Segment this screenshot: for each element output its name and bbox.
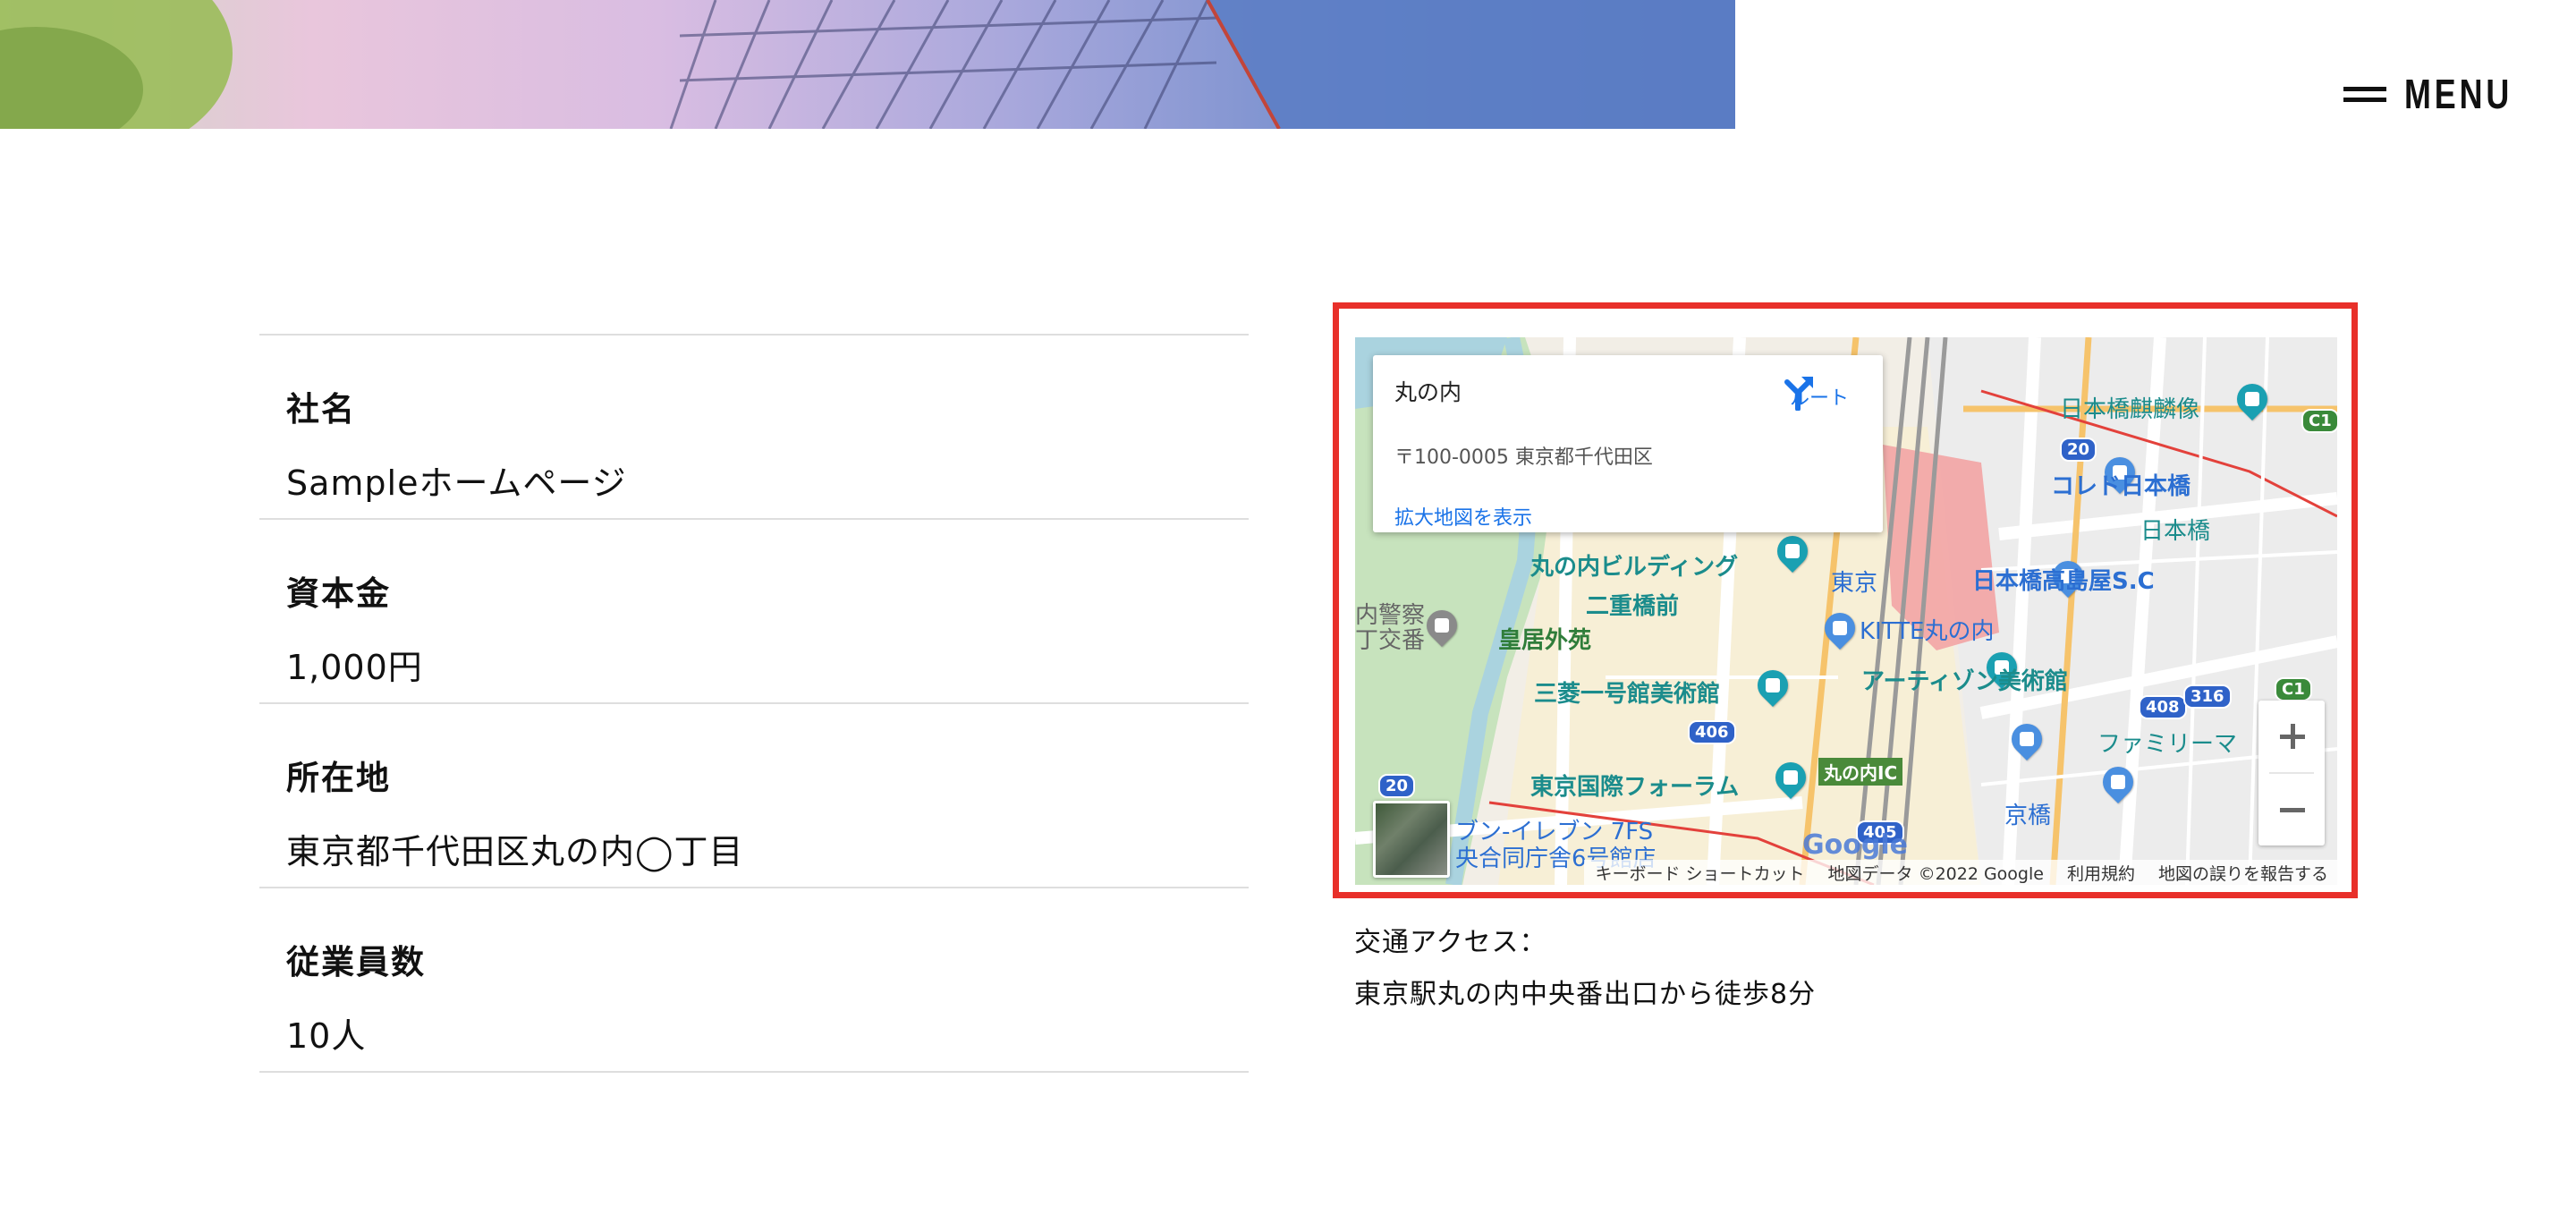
info-value: 10人	[286, 1016, 367, 1056]
info-label: 所在地	[286, 759, 391, 797]
info-row-address: 所在地 東京都千代田区丸の内◯丁目	[259, 704, 1249, 888]
info-value: 東京都千代田区丸の内◯丁目	[286, 832, 744, 871]
zoom-controls	[2258, 701, 2325, 845]
info-label: 社名	[286, 390, 356, 429]
info-value: 1,000円	[286, 648, 423, 687]
route-shield: C1	[2301, 409, 2337, 433]
map-label: コレド日本橋	[2051, 473, 2191, 500]
place-address: 〒100-0005 東京都千代田区	[1394, 446, 1653, 469]
info-row-company-name: 社名 Sampleホームページ	[259, 336, 1249, 520]
map-label: 京橋	[2004, 803, 2052, 829]
place-title: 丸の内	[1394, 379, 1462, 405]
route-button[interactable]: ルート	[1779, 373, 1860, 411]
larger-map-link[interactable]: 拡大地図を表示	[1394, 502, 1532, 531]
map-info-popup: 丸の内 〒100-0005 東京都千代田区 拡大地図を表示 ルート	[1373, 355, 1883, 532]
hero-banner-image	[0, 0, 1735, 129]
map-label: 日本橋	[2140, 518, 2211, 545]
map-label: 皇居外苑	[1498, 627, 1592, 654]
map-label: 丸の内ビルディング	[1530, 554, 1739, 581]
menu-label: MENU	[2404, 71, 2513, 117]
route-shield: 316	[2183, 684, 2232, 709]
map-highlight-frame: 20 406 408 316 C1 C1 20 405 丸の内ビルディング 二重…	[1333, 302, 2358, 898]
access-directions: 東京駅丸の内中央番出口から徒歩8分	[1354, 979, 1817, 1010]
building-facade	[0, 0, 1735, 129]
map-label: 三菱一号館美術館	[1534, 681, 1721, 708]
map-label: 二重橋前	[1586, 593, 1680, 620]
map-label: ファミリーマ	[2097, 731, 2238, 758]
info-value: Sampleホームページ	[286, 463, 627, 503]
zoom-out-button[interactable]	[2258, 774, 2325, 845]
info-label: 資本金	[286, 574, 391, 613]
map-label: 東京	[1831, 570, 1878, 597]
zoom-in-button[interactable]	[2258, 701, 2325, 772]
satellite-view-toggle[interactable]	[1373, 801, 1450, 878]
route-shield: 20	[2060, 438, 2097, 462]
map-label: 東京国際フォーラム	[1530, 774, 1740, 801]
route-shield: 20	[1378, 774, 1416, 798]
google-logo: Google	[1802, 829, 1908, 861]
route-shield: 406	[1688, 720, 1736, 744]
terms-link[interactable]: 利用規約	[2067, 861, 2135, 885]
route-shield: 408	[2139, 695, 2187, 719]
map-label: KITTE丸の内	[1860, 618, 1995, 645]
map-label: アーティゾン美術館	[1861, 668, 2068, 695]
info-row-capital: 資本金 1,000円	[259, 520, 1249, 704]
google-map[interactable]: 20 406 408 316 C1 C1 20 405 丸の内ビルディング 二重…	[1355, 337, 2337, 885]
hamburger-icon	[2343, 83, 2386, 105]
access-info: 交通アクセス： 東京駅丸の内中央番出口から徒歩8分	[1354, 920, 1816, 1024]
report-error-link[interactable]: 地図の誤りを報告する	[2158, 861, 2328, 885]
map-attribution-bar: キーボード ショートカット 地図データ ©2022 Google 利用規約 地図…	[1584, 860, 2337, 885]
access-heading: 交通アクセス：	[1354, 927, 1547, 958]
map-label: 丁交番	[1355, 627, 1426, 654]
info-label: 従業員数	[286, 943, 426, 981]
map-label: 日本橋麒麟像	[2060, 396, 2200, 423]
company-info-table: 社名 Sampleホームページ 資本金 1,000円 所在地 東京都千代田区丸の…	[259, 334, 1249, 1073]
menu-button[interactable]: MENU	[2343, 70, 2512, 118]
info-row-employees: 従業員数 10人	[259, 888, 1249, 1073]
map-data-credit: 地図データ ©2022 Google	[1827, 863, 2044, 884]
directions-icon	[1784, 377, 1813, 411]
map-label: 日本橋高島屋S.C	[1972, 568, 2155, 595]
map-label: 丸の内IC	[1818, 758, 1903, 786]
keyboard-shortcuts-link[interactable]: キーボード ショートカット	[1595, 861, 1804, 885]
route-shield: C1	[2275, 677, 2312, 701]
